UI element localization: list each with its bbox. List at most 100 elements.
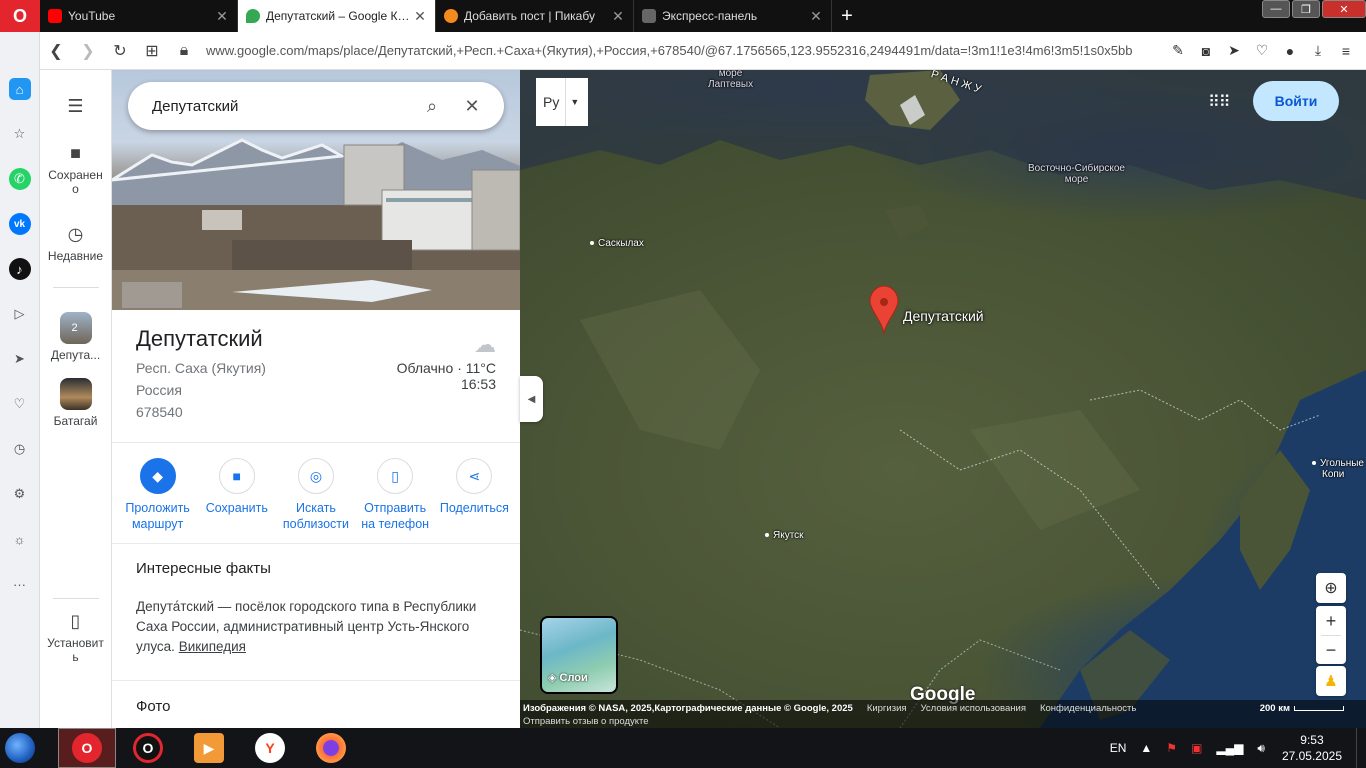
- tiktok-icon[interactable]: ♪: [8, 258, 31, 280]
- lock-icon: 🔒︎: [179, 41, 189, 59]
- clock[interactable]: 9:53 27.05.2025: [1282, 732, 1342, 764]
- rail-divider: [52, 598, 99, 599]
- tab-speed-dial[interactable]: Экспресс-панель ✕: [634, 0, 832, 32]
- menu-button[interactable]: ☰: [40, 96, 112, 121]
- back-button[interactable]: ❮: [40, 35, 72, 67]
- collapse-panel-button[interactable]: ◀: [520, 376, 543, 422]
- recent-button[interactable]: ◷ Недавние: [40, 224, 112, 263]
- volume-icon[interactable]: 🔊︎: [1257, 741, 1265, 756]
- history-icon: ◷: [67, 224, 84, 244]
- settings-icon[interactable]: ⚙: [9, 483, 31, 505]
- map-type-dropdown[interactable]: Ру ▼: [536, 78, 588, 126]
- star-icon[interactable]: ☆: [9, 123, 31, 145]
- recent-place-batagay[interactable]: Батагай: [40, 378, 112, 428]
- downloads-icon[interactable]: ⤓: [1306, 39, 1330, 63]
- directions-icon: ◆: [139, 458, 176, 494]
- sea-label-line: Восточно-Сибирское: [1028, 163, 1125, 174]
- wikipedia-link[interactable]: Википедия: [179, 639, 246, 654]
- bookmark-icon: ■: [70, 143, 81, 163]
- language-indicator[interactable]: EN: [1110, 741, 1127, 755]
- action-label: Поделиться: [439, 501, 509, 515]
- close-tab-icon[interactable]: ✕: [413, 8, 427, 25]
- search-icon[interactable]: ⌕: [412, 96, 452, 117]
- nearby-button[interactable]: ◎ Искать поблизости: [279, 458, 353, 532]
- my-location-button[interactable]: ⊕: [1316, 573, 1346, 603]
- close-tab-icon[interactable]: ✕: [611, 8, 625, 25]
- city-dot: [765, 533, 769, 538]
- install-app-button[interactable]: ▯ Установить: [40, 611, 112, 664]
- action-center-icon[interactable]: ⚑: [1166, 741, 1177, 755]
- close-icon[interactable]: ✕: [452, 96, 492, 117]
- place-pin-label[interactable]: Депутатский: [903, 308, 984, 324]
- attribution-row: Изображения © NASA, 2025,Картографически…: [523, 703, 1136, 714]
- reload-button[interactable]: ↻: [104, 35, 136, 67]
- maximize-button[interactable]: ❐: [1292, 0, 1320, 18]
- taskbar-opera[interactable]: O: [58, 728, 116, 768]
- close-window-button[interactable]: ✕: [1322, 0, 1366, 18]
- url-field[interactable]: www.google.com/maps/place/Депутатский,+Р…: [200, 43, 1166, 58]
- bookmark-heart-icon[interactable]: ♡: [1250, 39, 1274, 63]
- account-icon[interactable]: ●: [1278, 39, 1302, 63]
- home-icon[interactable]: ⌂: [8, 78, 31, 100]
- heart-icon[interactable]: ♡: [9, 393, 31, 415]
- map-label-saskylakh: Саскылах: [590, 238, 644, 249]
- tab-google-maps[interactable]: Депутатский – Google Карты ✕: [238, 0, 436, 32]
- feedback-link[interactable]: Отправить отзыв о продукте: [523, 716, 649, 727]
- send-icon[interactable]: ➤: [9, 348, 31, 370]
- taskbar-firefox[interactable]: [302, 728, 360, 768]
- show-hidden-icons[interactable]: ▲: [1140, 741, 1152, 755]
- recent-place-deputatsky[interactable]: 2 Депута...: [40, 312, 112, 362]
- search-input[interactable]: [152, 97, 412, 115]
- vk-icon[interactable]: vk: [8, 213, 31, 235]
- satellite-map[interactable]: море Лаптевых Р А Н Ж У Восточно-Сибирск…: [520, 70, 1366, 728]
- layers-button[interactable]: ◈ Слои: [540, 616, 618, 694]
- send-page-icon[interactable]: ➤: [1222, 39, 1246, 63]
- more-icon[interactable]: ···: [9, 573, 31, 595]
- security-icon[interactable]: ▣: [1191, 741, 1202, 755]
- saved-button[interactable]: ■ Сохранено: [40, 143, 112, 196]
- forward-button[interactable]: ❯: [72, 35, 104, 67]
- taskbar-opera-gx[interactable]: O: [119, 728, 177, 768]
- minimize-button[interactable]: —: [1262, 0, 1290, 18]
- tab-youtube[interactable]: YouTube ✕: [40, 0, 238, 32]
- opera-menu-button[interactable]: O: [0, 0, 40, 32]
- history-icon[interactable]: ◷: [9, 438, 31, 460]
- new-tab-button[interactable]: +: [832, 0, 862, 32]
- terms-link[interactable]: Условия использования: [921, 703, 1026, 714]
- privacy-link[interactable]: Конфиденциальность: [1040, 703, 1136, 714]
- opera-sidebar: ⌂ ☆ ✆ vk ♪ ▷ ➤ ♡ ◷ ⚙ ☼ ···: [0, 32, 40, 728]
- close-tab-icon[interactable]: ✕: [809, 8, 823, 25]
- zoom-out-button[interactable]: −: [1326, 636, 1337, 664]
- whatsapp-icon[interactable]: ✆: [8, 168, 31, 190]
- install-label: Установить: [47, 636, 104, 664]
- start-button[interactable]: [0, 728, 40, 768]
- map-label-east-siberian-sea: Восточно-Сибирское море: [1028, 163, 1125, 185]
- share-button[interactable]: ⋖ Поделиться: [437, 458, 511, 532]
- zoom-in-button[interactable]: +: [1326, 607, 1337, 635]
- saved-label: Сохранено: [48, 168, 103, 196]
- camera-icon[interactable]: ◙: [1194, 39, 1218, 63]
- tips-icon[interactable]: ☼: [9, 528, 31, 550]
- sign-in-button[interactable]: Войти: [1253, 81, 1339, 121]
- scale-bar[interactable]: 200 км: [1260, 703, 1344, 714]
- taskbar-yandex[interactable]: Y: [241, 728, 299, 768]
- map-terrain: [520, 70, 1366, 728]
- edit-icon[interactable]: ✎: [1166, 39, 1190, 63]
- player-icon[interactable]: ▷: [9, 303, 31, 325]
- region-link[interactable]: Киргизия: [867, 703, 907, 714]
- network-icon[interactable]: ▂▄▆: [1216, 741, 1243, 755]
- divider: [112, 680, 520, 681]
- send-to-phone-button[interactable]: ▯ Отправить на телефон: [358, 458, 432, 532]
- tab-pikabu[interactable]: Добавить пост | Пикабу ✕: [436, 0, 634, 32]
- show-desktop-button[interactable]: [1356, 728, 1366, 768]
- taskbar-media-player[interactable]: ▶: [180, 728, 238, 768]
- pegman-button[interactable]: ♟: [1316, 666, 1346, 696]
- close-tab-icon[interactable]: ✕: [215, 8, 229, 25]
- directions-button[interactable]: ◆ Проложить маршрут: [121, 458, 195, 532]
- save-button[interactable]: ■ Сохранить: [200, 458, 274, 532]
- layers-icon: ◈: [548, 672, 560, 684]
- tabs-grid-icon[interactable]: ⊞: [136, 35, 168, 67]
- easy-setup-icon[interactable]: ≡: [1334, 39, 1358, 63]
- google-apps-icon[interactable]: ⠿⠿: [1208, 92, 1230, 112]
- map-label-yakutsk: Якутск: [765, 530, 804, 541]
